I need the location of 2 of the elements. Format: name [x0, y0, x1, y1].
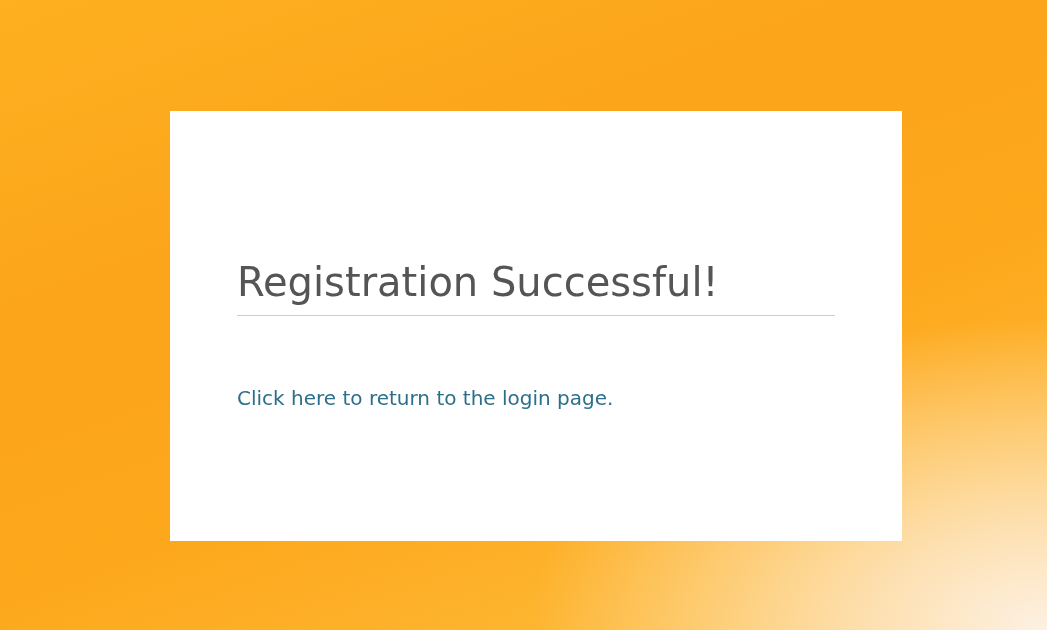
success-heading: Registration Successful!	[237, 259, 835, 316]
login-link[interactable]: Click here to return to the login page.	[237, 386, 614, 410]
